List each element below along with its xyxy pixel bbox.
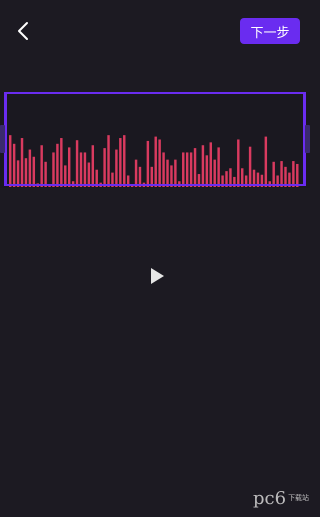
chevron-left-icon [18,22,28,40]
next-step-button[interactable]: 下一步 [240,18,300,44]
play-button[interactable] [146,265,168,287]
play-icon [151,268,164,284]
watermark-logo: pc6 下载站 [253,487,309,509]
back-button[interactable] [12,20,34,42]
watermark-text: pc6 [253,487,287,509]
trim-selection-frame[interactable] [4,92,306,186]
trim-handle-left[interactable] [0,125,5,153]
watermark-subtext: 下载站 [288,494,310,502]
trim-handle-right[interactable] [305,125,310,153]
top-bar: 下一步 [0,0,310,60]
